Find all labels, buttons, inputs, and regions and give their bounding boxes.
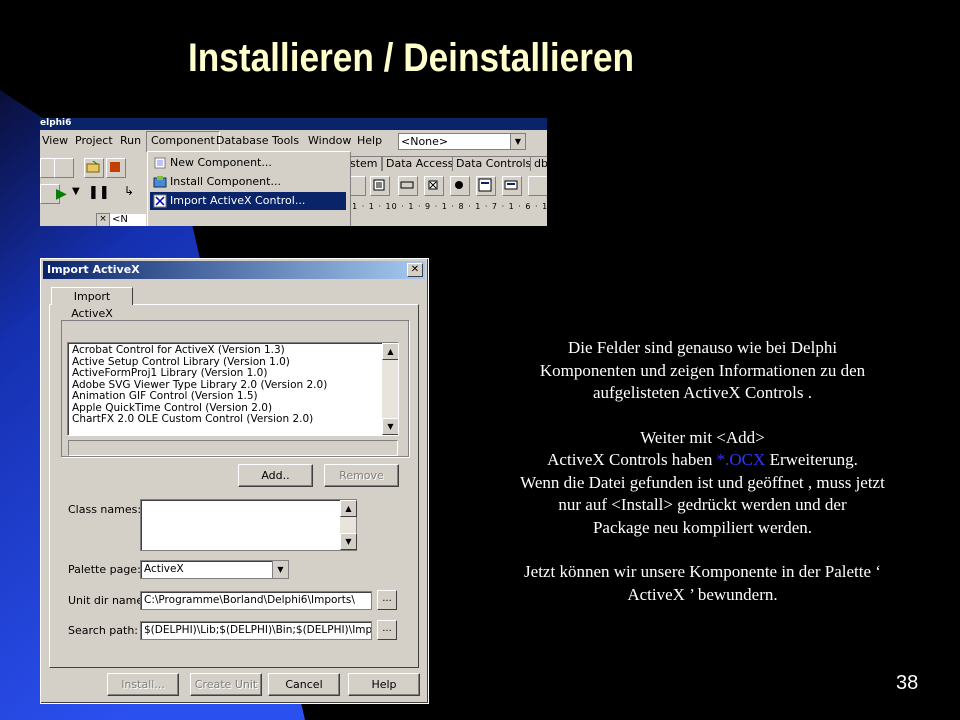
desc-line: Die Felder sind genauso wie bei Delphi — [567, 338, 838, 357]
combobox-icon[interactable] — [502, 176, 522, 196]
list-item[interactable]: Acrobat Control for ActiveX (Version 1.3… — [72, 344, 285, 357]
palette-tab-dbexpress[interactable]: dbE — [530, 156, 547, 171]
activex-controls-list[interactable]: Acrobat Control for ActiveX (Version 1.3… — [67, 342, 399, 436]
list-item[interactable]: Animation GIF Control (Version 1.5) — [72, 390, 258, 403]
search-path-input[interactable]: $(DELPHI)\Lib;$(DELPHI)\Bin;$(DELPHI)\Im… — [140, 621, 372, 640]
listbox-icon[interactable] — [476, 176, 496, 196]
run-icon[interactable]: ▶ — [56, 186, 67, 202]
description-text: Die Felder sind genauso wie bei Delphi K… — [470, 337, 935, 606]
scroll-down-icon[interactable]: ▼ — [382, 418, 398, 435]
close-icon[interactable]: ✕ — [407, 263, 423, 277]
menu-item-new-component[interactable]: New Component... — [150, 154, 346, 172]
import-activex-icon — [153, 194, 167, 208]
ocx-extension: *.OCX — [716, 450, 766, 469]
chevron-down-icon[interactable]: ▼ — [72, 186, 80, 197]
browse-search-path-button[interactable]: ... — [377, 620, 397, 640]
desc-line: Jetzt können wir unsere Komponente in de… — [524, 562, 881, 581]
help-button[interactable]: Help — [348, 673, 420, 696]
search-path-label: Search path: — [68, 624, 139, 637]
button-icon[interactable] — [398, 176, 418, 196]
desc-line: nur auf <Install> gedrückt werden und de… — [558, 495, 847, 514]
toolbar-button[interactable] — [54, 158, 74, 178]
component-menu: New Component... Install Component... Im… — [147, 151, 351, 226]
desc-line: Package neu kompiliert werden. — [592, 517, 813, 537]
desc-line: Komponenten und zeigen Informationen zu … — [539, 360, 866, 380]
page-number: 38 — [896, 672, 919, 694]
menu-item-import-activex[interactable]: Import ActiveX Control... — [150, 192, 346, 210]
list-item[interactable]: ChartFX 2.0 OLE Custom Control (Version … — [72, 413, 313, 426]
scroll-up-icon[interactable]: ▲ — [340, 500, 357, 517]
install-button[interactable]: Install... — [107, 673, 179, 696]
editor-text: <N — [112, 214, 128, 225]
menu-run[interactable]: Run — [120, 134, 141, 147]
palette-page-label: Palette page: — [68, 563, 141, 576]
scrollbar-icon[interactable] — [528, 176, 547, 196]
tab-import-activex[interactable]: Import ActiveX — [51, 287, 133, 320]
remove-button[interactable]: Remove — [324, 464, 399, 487]
menu-component[interactable]: Component — [146, 131, 220, 153]
pause-icon[interactable]: ❚❚ — [88, 185, 110, 200]
menu-item-label: Install Component... — [170, 175, 281, 188]
class-names-label: Class names: — [68, 503, 142, 516]
list-scrollbar[interactable]: ▲ ▼ — [382, 343, 398, 435]
create-unit-button[interactable]: Create Unit — [190, 673, 262, 696]
cancel-button[interactable]: Cancel — [268, 673, 340, 696]
step-icon[interactable]: ↳ — [124, 184, 134, 198]
palette-tab-data-controls[interactable]: Data Controls — [452, 156, 536, 171]
unit-dir-label: Unit dir name: — [68, 594, 147, 607]
palette-tab-data-access[interactable]: Data Access — [382, 156, 458, 171]
menu-project[interactable]: Project — [75, 134, 113, 147]
class-names-memo[interactable]: ▲ ▼ — [140, 499, 357, 551]
list-item[interactable]: ActiveFormProj1 Library (Version 1.0) — [72, 367, 267, 380]
memo-icon[interactable] — [370, 176, 390, 196]
palette-tab-system[interactable]: stem — [346, 156, 382, 171]
menu-item-label: New Component... — [170, 156, 272, 169]
desc-text: ActiveX Controls haben — [547, 450, 717, 469]
memo-scrollbar[interactable]: ▲ ▼ — [340, 500, 357, 550]
palette-page-value: ActiveX — [144, 563, 184, 575]
checkbox-icon[interactable] — [424, 176, 444, 196]
editor-fragment: <N — [110, 214, 146, 226]
open-folder-icon[interactable] — [84, 158, 104, 178]
menu-tools[interactable]: Tools — [272, 134, 299, 147]
chevron-down-icon[interactable]: ▼ — [510, 134, 525, 149]
scroll-up-icon[interactable]: ▲ — [382, 343, 398, 360]
desc-text: Erweiterung. — [765, 450, 858, 469]
menu-view[interactable]: View — [42, 134, 68, 147]
new-component-icon — [154, 157, 166, 169]
radio-icon[interactable] — [450, 176, 470, 196]
form-ruler: 11 · 1 · 10 · 1 · 9 · 1 · 8 · 1 · 7 · 1 … — [346, 202, 547, 211]
menu-window[interactable]: Window — [308, 134, 351, 147]
menu-item-label: Import ActiveX Control... — [170, 194, 306, 207]
browse-unit-dir-button[interactable]: ... — [377, 590, 397, 610]
menu-database[interactable]: Database — [216, 134, 269, 147]
desc-line: ActiveX ’ bewundern. — [627, 584, 778, 604]
scroll-down-icon[interactable]: ▼ — [340, 533, 357, 550]
dialog-title: Import ActiveX — [47, 263, 140, 276]
menu-help[interactable]: Help — [357, 134, 382, 147]
desc-line: Weiter mit <Add> — [640, 427, 765, 447]
install-component-icon — [153, 176, 167, 188]
ide-screenshot: elphi6 View Project Run Component Databa… — [40, 118, 547, 226]
menu-item-install-component[interactable]: Install Component... — [150, 173, 346, 191]
save-icon[interactable] — [106, 158, 126, 178]
palette-page-select[interactable]: ActiveX ▼ — [140, 560, 289, 579]
slide-title: Installieren / Deinstallieren — [188, 36, 635, 80]
add-button[interactable]: Add.. — [238, 464, 313, 487]
desc-line: Wenn die Datei gefunden ist und geöffnet… — [520, 472, 885, 492]
unit-dir-input[interactable]: C:\Programme\Borland\Delphi6\Imports\ — [140, 591, 372, 610]
desktop-combo[interactable]: <None> ▼ — [398, 133, 526, 150]
ide-title-fragment: elphi6 — [40, 118, 72, 128]
dialog-title-bar: Import ActiveX ✕ — [43, 261, 425, 279]
ide-title-bar: elphi6 — [40, 118, 547, 130]
close-icon[interactable]: × — [96, 213, 110, 226]
import-activex-dialog: Import ActiveX ✕ Import ActiveX Acrobat … — [40, 258, 429, 704]
desc-line: ActiveX Controls haben *.OCX Erweiterung… — [470, 449, 935, 472]
desc-line: aufgelisteten ActiveX Controls . — [592, 383, 813, 402]
chevron-down-icon[interactable]: ▼ — [272, 561, 288, 578]
progress-bar — [68, 440, 398, 456]
desktop-combo-value: <None> — [401, 135, 449, 148]
